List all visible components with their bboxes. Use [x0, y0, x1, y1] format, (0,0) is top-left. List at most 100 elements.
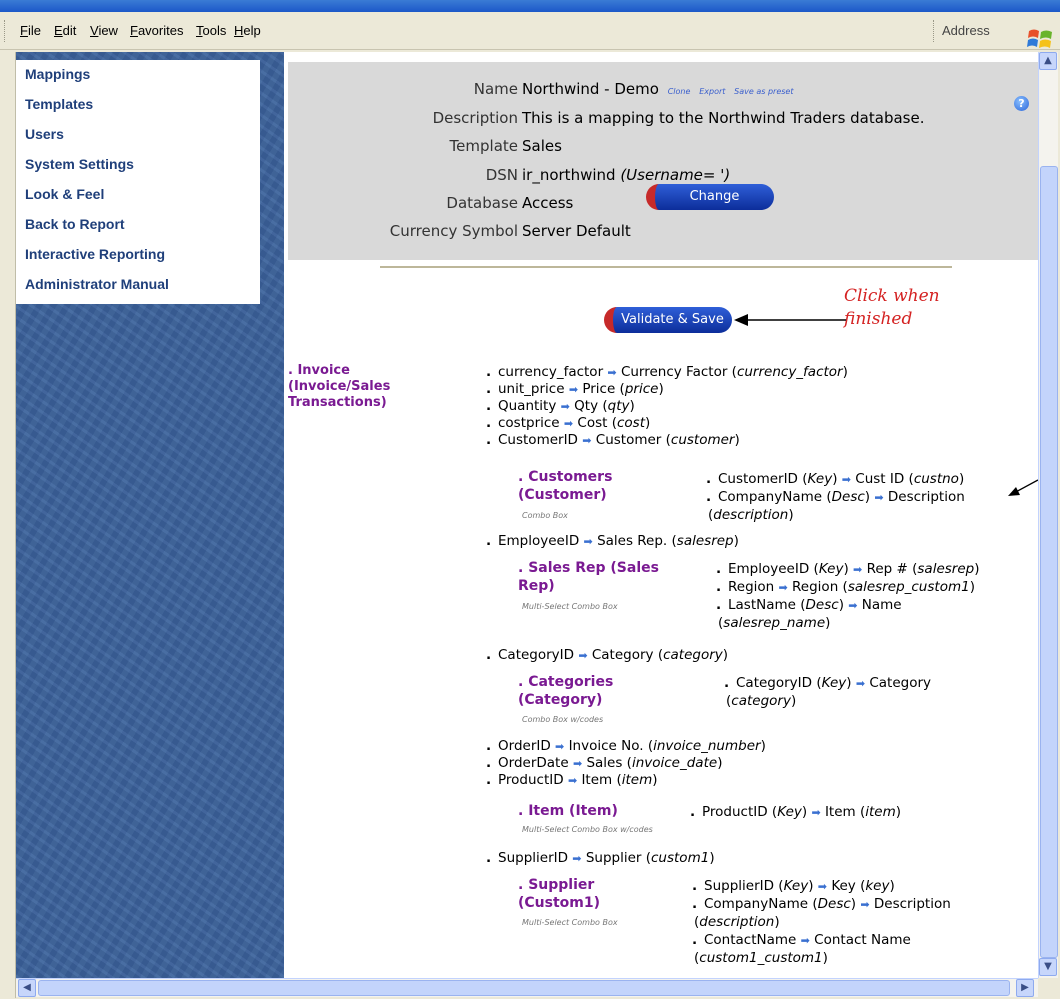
- dsn-label: DSN: [485, 166, 518, 184]
- database-label: Database: [446, 194, 518, 212]
- currency-label: Currency Symbol: [389, 222, 518, 240]
- lookup-customers-title: Customers: [528, 469, 613, 485]
- salesrep-field-2: . Region ➡ Region (salesrep_custom1): [716, 579, 975, 595]
- dsn-value-group: ir_northwind (Username= '): [522, 166, 730, 184]
- menu-favorites[interactable]: Favorites: [130, 23, 183, 38]
- menu-edit[interactable]: Edit: [54, 23, 76, 38]
- supplier-field-1: . SupplierID (Key) ➡ Key (key): [692, 878, 895, 894]
- database-value: Access: [522, 194, 574, 212]
- help-icon[interactable]: ?: [1014, 96, 1029, 111]
- window-left-edge: [0, 52, 16, 998]
- name-label: Name: [473, 80, 518, 98]
- field-row: . costprice ➡ Cost (cost): [486, 415, 651, 431]
- field-row: . CustomerID ➡ Customer (customer): [486, 432, 740, 448]
- clone-link[interactable]: Clone: [668, 87, 691, 96]
- vertical-scroll-thumb[interactable]: [1040, 166, 1058, 958]
- horizontal-scrollbar[interactable]: ◀ ▶: [16, 978, 1038, 997]
- admin-sidebar: Mappings Templates Users System Settings…: [16, 60, 260, 304]
- lookup-customers-type: Combo Box: [522, 511, 568, 520]
- supplier-field-2: . CompanyName (Desc) ➡ Description: [692, 896, 951, 912]
- item-field-1: . ProductID (Key) ➡ Item (item): [690, 804, 902, 820]
- menu-file[interactable]: File: [20, 23, 41, 38]
- salesrep-field-1: . EmployeeID (Key) ➡ Rep # (salesrep): [716, 561, 980, 577]
- scroll-right-icon[interactable]: ▶: [1016, 979, 1034, 997]
- lookup-item-title: Item (Item): [528, 803, 618, 819]
- menu-tools[interactable]: Tools: [196, 23, 226, 38]
- lookup-supplier-type: Multi-Select Combo Box: [522, 918, 618, 927]
- page-viewport: Mappings Templates Users System Settings…: [16, 52, 1038, 978]
- entity-invoice: . Invoice (Invoice/Sales Transactions): [288, 363, 390, 411]
- salesrep-field-3-cont: (salesrep_name): [718, 615, 831, 631]
- annotation-callout: Click when finished: [844, 285, 940, 331]
- scroll-down-icon[interactable]: ▼: [1039, 958, 1057, 976]
- windows-logo-icon: [1027, 29, 1052, 48]
- lookup-customers-sub: (Customer): [518, 487, 607, 503]
- sidebar-item-back-to-report[interactable]: Back to Report: [16, 210, 260, 240]
- entity-invoice-sub2: Transactions): [288, 395, 387, 410]
- lookup-customers: . Customers (Customer): [518, 469, 613, 503]
- annotation-line2: finished: [844, 309, 913, 329]
- horizontal-scroll-thumb[interactable]: [38, 980, 1010, 996]
- salesrep-field-3: . LastName (Desc) ➡ Name: [716, 597, 902, 613]
- change-button[interactable]: Change: [646, 184, 774, 210]
- validate-save-button[interactable]: Validate & Save: [604, 307, 732, 333]
- lookup-salesrep-sub: Rep): [518, 578, 555, 594]
- sidebar-item-mappings[interactable]: Mappings: [16, 60, 260, 90]
- menu-view[interactable]: View: [90, 23, 118, 38]
- currency-value: Server Default: [522, 222, 631, 240]
- section-divider: [380, 266, 952, 268]
- field-row: . Quantity ➡ Qty (qty): [486, 398, 635, 414]
- menu-help[interactable]: Help: [234, 23, 261, 38]
- lookup-categories: . Categories (Category): [518, 674, 614, 708]
- customers-field-1: . CustomerID (Key) ➡ Cust ID (custno): [706, 471, 965, 487]
- lookup-categories-type: Combo Box w/codes: [522, 715, 604, 724]
- lookup-salesrep: . Sales Rep (Sales Rep): [518, 560, 659, 594]
- field-category: . CategoryID ➡ Category (category): [486, 647, 729, 663]
- sidebar-item-interactive-reporting[interactable]: Interactive Reporting: [16, 240, 260, 270]
- address-bar-label[interactable]: Address: [933, 20, 990, 42]
- title-bar: [0, 0, 1060, 12]
- export-link[interactable]: Export: [699, 87, 725, 96]
- template-value: Sales: [522, 137, 562, 155]
- lookup-supplier-title: Supplier: [528, 877, 595, 893]
- name-value: Northwind - Demo: [522, 80, 659, 98]
- categories-field-1: . CategoryID (Key) ➡ Category: [724, 675, 932, 691]
- supplier-field-2-cont: (description): [694, 914, 780, 930]
- sidebar-item-system-settings[interactable]: System Settings: [16, 150, 260, 180]
- field-row: . unit_price ➡ Price (price): [486, 381, 664, 397]
- supplier-field-3: . ContactName ➡ Contact Name: [692, 932, 911, 948]
- lookup-salesrep-type: Multi-Select Combo Box: [522, 602, 618, 611]
- description-label: Description: [432, 109, 518, 127]
- supplier-field-3-cont: (custom1_custom1): [694, 950, 828, 966]
- sidebar-item-administrator-manual[interactable]: Administrator Manual: [16, 270, 260, 304]
- entity-invoice-title: . Invoice: [288, 363, 350, 378]
- annotation-arrow-icon: [734, 314, 846, 326]
- field-supplier: . SupplierID ➡ Supplier (custom1): [486, 850, 715, 866]
- description-value: This is a mapping to the Northwind Trade…: [522, 109, 925, 127]
- annotation-line1: Click when: [844, 286, 940, 306]
- lookup-supplier-sub: (Custom1): [518, 895, 601, 911]
- toolbar-grip[interactable]: [4, 20, 7, 42]
- field-row: . currency_factor ➡ Currency Factor (curr…: [486, 364, 848, 380]
- sidebar-item-look-and-feel[interactable]: Look & Feel: [16, 180, 260, 210]
- field-row: . OrderID ➡ Invoice No. (invoice_number): [486, 738, 766, 754]
- scroll-left-icon[interactable]: ◀: [18, 979, 36, 997]
- lookup-categories-sub: (Category): [518, 692, 603, 708]
- categories-field-1-cont: (category): [726, 693, 797, 709]
- customers-field-2-cont: (description): [708, 507, 794, 523]
- scroll-up-icon[interactable]: ▲: [1039, 52, 1057, 70]
- sidebar-item-templates[interactable]: Templates: [16, 90, 260, 120]
- sidebar-item-users[interactable]: Users: [16, 120, 260, 150]
- dsn-value: ir_northwind: [522, 166, 616, 184]
- annotation-arrow-2-icon: [1008, 479, 1038, 496]
- field-row: . OrderDate ➡ Sales (invoice_date): [486, 755, 723, 771]
- field-row: . ProductID ➡ Item (item): [486, 772, 658, 788]
- entity-invoice-sub1: (Invoice/Sales: [288, 379, 391, 394]
- vertical-scrollbar[interactable]: ▲ ▼: [1038, 52, 1058, 978]
- template-label: Template: [449, 137, 518, 155]
- customers-field-2: . CompanyName (Desc) ➡ Description: [706, 489, 965, 505]
- dsn-username: (Username= '): [620, 166, 731, 184]
- lookup-salesrep-title: Sales Rep (Sales: [528, 560, 659, 576]
- save-as-preset-link[interactable]: Save as preset: [734, 87, 793, 96]
- lookup-item: . Item (Item): [518, 803, 618, 819]
